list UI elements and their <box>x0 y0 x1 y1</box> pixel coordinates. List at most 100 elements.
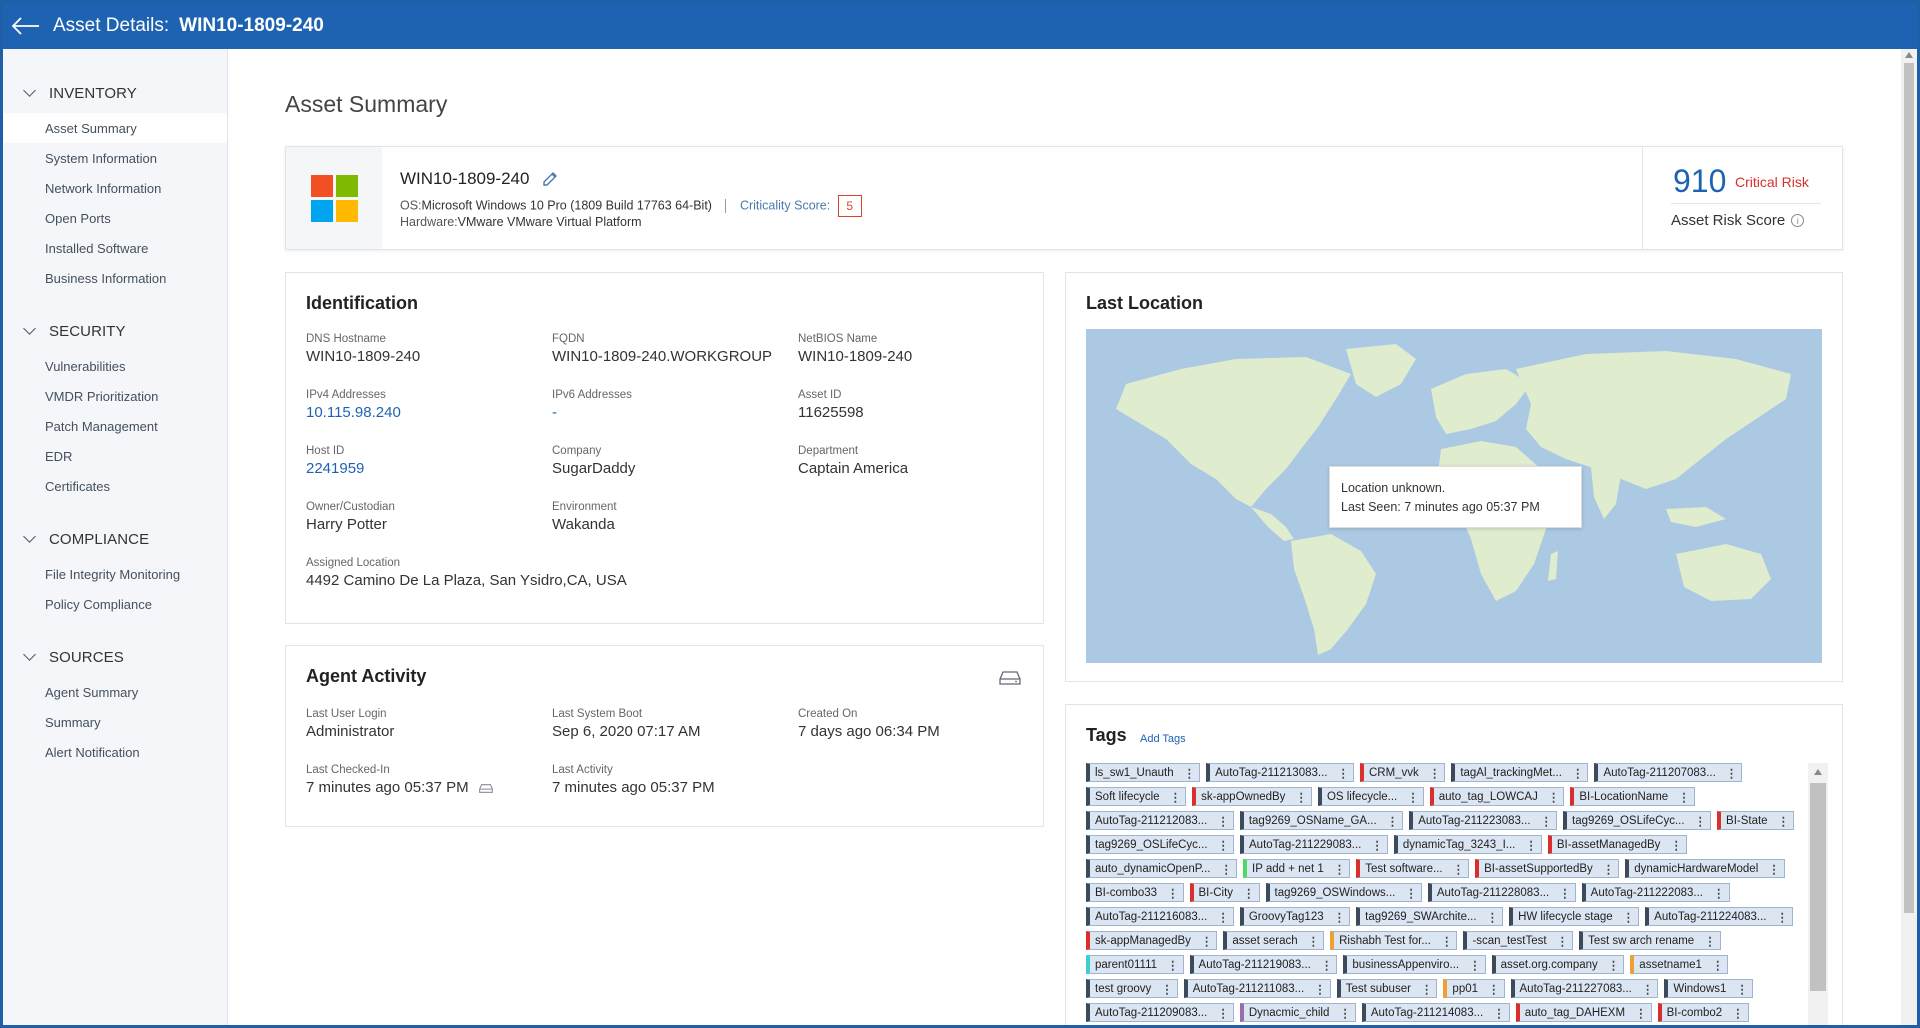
tag-chip[interactable]: tagAl_trackingMet... ⋮ <box>1451 763 1589 782</box>
sidebar-item-policy-compliance[interactable]: Policy Compliance <box>3 589 227 619</box>
tag-menu-icon[interactable]: ⋮ <box>1217 814 1229 828</box>
scroll-thumb[interactable] <box>1810 783 1826 991</box>
sidebar-item-patch-management[interactable]: Patch Management <box>3 411 227 441</box>
tag-menu-icon[interactable]: ⋮ <box>1421 982 1433 996</box>
tag-chip[interactable]: pp01 ⋮ <box>1443 979 1505 998</box>
tag-chip[interactable]: OS lifecycle... ⋮ <box>1317 787 1424 806</box>
tag-chip[interactable]: parent01111 ⋮ <box>1086 955 1184 974</box>
tag-chip[interactable]: BI-LocationName ⋮ <box>1570 787 1695 806</box>
sidebar-item-edr[interactable]: EDR <box>3 441 227 471</box>
sidebar-item-open-ports[interactable]: Open Ports <box>3 203 227 233</box>
tag-menu-icon[interactable]: ⋮ <box>1768 862 1780 876</box>
sidebar-item-installed-software[interactable]: Installed Software <box>3 233 227 263</box>
tag-chip[interactable]: AutoTag-211219083... ⋮ <box>1189 955 1338 974</box>
tag-chip[interactable]: BI-City ⋮ <box>1189 883 1260 902</box>
tag-menu-icon[interactable]: ⋮ <box>1713 886 1725 900</box>
sidebar-item-business-information[interactable]: Business Information <box>3 263 227 293</box>
tag-chip[interactable]: auto_tag_DAHEXM ⋮ <box>1515 1003 1652 1022</box>
tag-menu-icon[interactable]: ⋮ <box>1704 934 1716 948</box>
tag-menu-icon[interactable]: ⋮ <box>1635 1006 1647 1020</box>
tag-menu-icon[interactable]: ⋮ <box>1308 934 1320 948</box>
tag-menu-icon[interactable]: ⋮ <box>1321 958 1333 972</box>
tag-chip[interactable]: AutoTag-211211083... ⋮ <box>1183 979 1331 998</box>
sidebar-item-summary[interactable]: Summary <box>3 707 227 737</box>
tag-chip[interactable]: sk-appManagedBy ⋮ <box>1086 931 1218 950</box>
tag-chip[interactable]: BI-combo33 ⋮ <box>1086 883 1184 902</box>
sidebar-item-certificates[interactable]: Certificates <box>3 471 227 501</box>
tag-menu-icon[interactable]: ⋮ <box>1371 838 1383 852</box>
tag-menu-icon[interactable]: ⋮ <box>1572 766 1584 780</box>
tag-menu-icon[interactable]: ⋮ <box>1334 862 1346 876</box>
tag-chip[interactable]: Test subuser ⋮ <box>1336 979 1438 998</box>
sidebar-item-network-information[interactable]: Network Information <box>3 173 227 203</box>
sidebar-section-header[interactable]: COMPLIANCE <box>3 527 227 551</box>
tag-chip[interactable]: tag9269_OSWindows... ⋮ <box>1265 883 1422 902</box>
sidebar-item-file-integrity-monitoring[interactable]: File Integrity Monitoring <box>3 559 227 589</box>
tag-chip[interactable]: BI-assetManagedBy ⋮ <box>1547 835 1687 854</box>
tag-chip[interactable]: BI-assetSupportedBy ⋮ <box>1475 859 1620 878</box>
scroll-up-icon[interactable] <box>1905 52 1913 58</box>
scroll-thumb[interactable] <box>1904 63 1914 913</box>
tag-menu-icon[interactable]: ⋮ <box>1405 886 1417 900</box>
tag-chip[interactable]: AutoTag-211212083... ⋮ <box>1086 811 1234 830</box>
tag-chip[interactable]: asset serach ⋮ <box>1223 931 1325 950</box>
tag-chip[interactable]: BI-State ⋮ <box>1717 811 1795 830</box>
scroll-up-icon[interactable] <box>1814 769 1822 775</box>
tag-menu-icon[interactable]: ⋮ <box>1608 958 1620 972</box>
tag-menu-icon[interactable]: ⋮ <box>1548 790 1560 804</box>
sidebar-section-header[interactable]: SECURITY <box>3 319 227 343</box>
tag-menu-icon[interactable]: ⋮ <box>1541 814 1553 828</box>
tag-chip[interactable]: businessAppenviro... ⋮ <box>1343 955 1486 974</box>
tag-menu-icon[interactable]: ⋮ <box>1334 910 1346 924</box>
tag-chip[interactable]: sk-appOwnedBy ⋮ <box>1192 787 1312 806</box>
tag-menu-icon[interactable]: ⋮ <box>1407 790 1419 804</box>
tag-menu-icon[interactable]: ⋮ <box>1429 766 1441 780</box>
tag-menu-icon[interactable]: ⋮ <box>1314 982 1326 996</box>
tag-chip[interactable]: AutoTag-211223083... ⋮ <box>1409 811 1558 830</box>
tag-menu-icon[interactable]: ⋮ <box>1726 766 1738 780</box>
tag-chip[interactable]: dynamicHardwareModel ⋮ <box>1625 859 1785 878</box>
tag-chip[interactable]: IP add + net 1 ⋮ <box>1243 859 1351 878</box>
tag-menu-icon[interactable]: ⋮ <box>1453 862 1465 876</box>
criticality-score-badge[interactable]: 5 <box>837 195 862 217</box>
tag-chip[interactable]: -scan_testTest ⋮ <box>1463 931 1574 950</box>
sidebar-item-system-information[interactable]: System Information <box>3 143 227 173</box>
ipv6-link[interactable]: - <box>552 404 632 421</box>
tag-menu-icon[interactable]: ⋮ <box>1469 958 1481 972</box>
tag-menu-icon[interactable]: ⋮ <box>1184 766 1196 780</box>
host-id-link[interactable]: 2241959 <box>306 460 364 477</box>
tag-chip[interactable]: test groovy ⋮ <box>1086 979 1178 998</box>
tag-menu-icon[interactable]: ⋮ <box>1387 814 1399 828</box>
tag-menu-icon[interactable]: ⋮ <box>1525 838 1537 852</box>
tag-menu-icon[interactable]: ⋮ <box>1339 1006 1351 1020</box>
tag-menu-icon[interactable]: ⋮ <box>1167 886 1179 900</box>
tag-menu-icon[interactable]: ⋮ <box>1623 910 1635 924</box>
tag-chip[interactable]: AutoTag-211222083... ⋮ <box>1581 883 1730 902</box>
tag-menu-icon[interactable]: ⋮ <box>1167 958 1179 972</box>
tag-menu-icon[interactable]: ⋮ <box>1170 790 1182 804</box>
tag-chip[interactable]: Test sw arch rename ⋮ <box>1579 931 1721 950</box>
tag-menu-icon[interactable]: ⋮ <box>1736 982 1748 996</box>
tag-chip[interactable]: asset.org.company ⋮ <box>1491 955 1625 974</box>
tag-chip[interactable]: dynamicTag_3243_I... ⋮ <box>1393 835 1542 854</box>
tag-menu-icon[interactable]: ⋮ <box>1217 1006 1229 1020</box>
tag-menu-icon[interactable]: ⋮ <box>1493 1006 1505 1020</box>
tag-chip[interactable]: AutoTag-211229083... ⋮ <box>1240 835 1388 854</box>
sidebar-item-asset-summary[interactable]: Asset Summary <box>3 113 227 143</box>
sidebar-item-agent-summary[interactable]: Agent Summary <box>3 677 227 707</box>
tag-chip[interactable]: ls_sw1_Unauth ⋮ <box>1086 763 1201 782</box>
tag-chip[interactable]: AutoTag-211228083... ⋮ <box>1427 883 1576 902</box>
tag-menu-icon[interactable]: ⋮ <box>1670 838 1682 852</box>
tag-menu-icon[interactable]: ⋮ <box>1441 934 1453 948</box>
tag-chip[interactable]: Soft lifecycle ⋮ <box>1086 787 1187 806</box>
tag-chip[interactable]: GroovyTag123 ⋮ <box>1239 907 1351 926</box>
sidebar-section-header[interactable]: INVENTORY <box>3 81 227 105</box>
tag-chip[interactable]: Rishabh Test for... ⋮ <box>1330 931 1458 950</box>
tag-chip[interactable]: tag9269_OSLifeCyc... ⋮ <box>1086 835 1235 854</box>
tag-chip[interactable]: auto_tag_LOWCAJ ⋮ <box>1429 787 1565 806</box>
tag-chip[interactable]: tag9269_SWArchite... ⋮ <box>1356 907 1504 926</box>
add-tags-link[interactable]: Add Tags <box>1140 733 1186 745</box>
tag-chip[interactable]: AutoTag-211224083... ⋮ <box>1645 907 1793 926</box>
tag-chip[interactable]: HW lifecycle stage ⋮ <box>1509 907 1640 926</box>
tag-menu-icon[interactable]: ⋮ <box>1221 862 1233 876</box>
